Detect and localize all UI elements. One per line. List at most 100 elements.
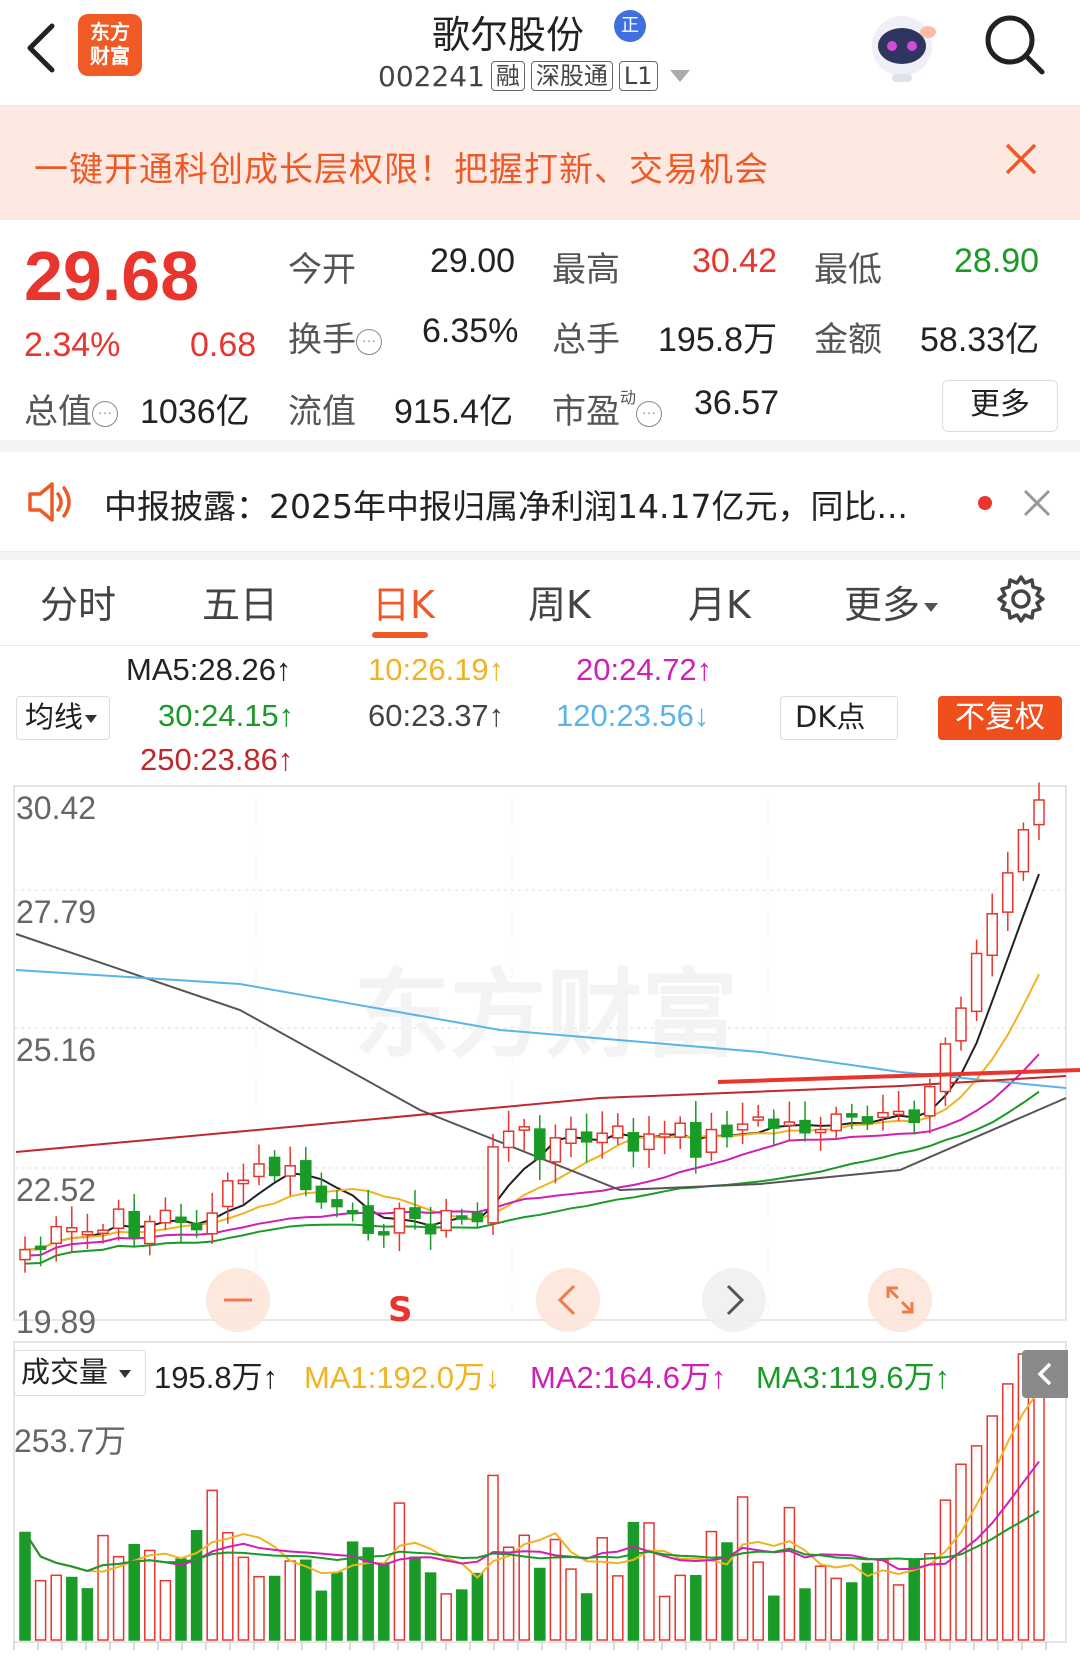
volume-bar <box>331 1571 343 1641</box>
turnover-label: 换手 ··· <box>288 312 382 361</box>
info-icon[interactable]: ··· <box>92 401 118 428</box>
volume-bar <box>690 1574 702 1641</box>
candle <box>237 1163 250 1204</box>
candle-body <box>799 1119 811 1134</box>
candle-body <box>924 1085 936 1117</box>
tab-daily-k[interactable]: 日K <box>372 574 435 629</box>
app-logo[interactable]: 东方 财富 <box>78 14 142 76</box>
candle <box>814 1116 827 1151</box>
stock-code-row[interactable]: 002241 融 深股通 L1 <box>378 58 690 94</box>
amount-value: 58.33亿 <box>920 321 1040 359</box>
candle <box>549 1124 562 1184</box>
price-axis-label: 22.52 <box>16 1172 97 1208</box>
volume-bar <box>799 1588 811 1641</box>
close-icon[interactable] <box>1004 142 1038 176</box>
candle <box>799 1101 811 1142</box>
volume-value: 195.8万 <box>658 321 778 359</box>
expand-icon <box>886 1286 914 1314</box>
info-icon[interactable]: ··· <box>636 401 663 428</box>
volume-label: 总手 <box>552 321 620 359</box>
candle-body <box>690 1121 702 1158</box>
candle <box>502 1110 515 1162</box>
volume-bar <box>924 1552 936 1641</box>
kline-chart[interactable]: 东方财富 <box>0 780 1080 1656</box>
volume-bar <box>393 1502 406 1641</box>
more-quote-button[interactable]: 更多 <box>942 380 1058 432</box>
volume-bar <box>565 1568 577 1641</box>
candle-body <box>846 1113 858 1118</box>
active-tab-indicator <box>372 632 428 638</box>
float-label: 流值 <box>288 393 356 431</box>
ma60-value: 60:23.37↑ <box>368 698 505 733</box>
tab-weekly-k[interactable]: 周K <box>528 574 591 629</box>
zoom-out-button[interactable] <box>206 1268 270 1332</box>
stock-name: 歌尔股份 <box>432 13 585 57</box>
ma250-value: 250:23.86↑ <box>140 742 294 777</box>
level-tag: L1 <box>618 61 658 91</box>
candle <box>736 1102 749 1145</box>
change-percent: 2.34% <box>24 326 121 364</box>
candle-body <box>440 1209 452 1232</box>
candle <box>362 1189 374 1241</box>
chart-period-tabs: 分时 五日 日K 周K 月K 更多 <box>0 560 1080 646</box>
logo-text-2: 财富 <box>90 44 130 68</box>
pan-left-button[interactable] <box>536 1268 600 1332</box>
candle <box>409 1190 421 1230</box>
candle-body <box>768 1118 780 1129</box>
candle-body <box>892 1110 905 1116</box>
gear-icon[interactable] <box>996 574 1046 624</box>
promo-banner[interactable]: 一键开通科创成长层权限！把握打新、交易机会 <box>0 106 1080 220</box>
news-ticker[interactable]: 中报披露：2025年中报归属净利润14.17亿元，同比... <box>0 452 1080 552</box>
price-axis-label: 30.42 <box>16 790 97 826</box>
candle-body <box>378 1231 390 1236</box>
tab-five-day[interactable]: 五日 <box>202 574 278 629</box>
indicator-dropdown[interactable]: 成交量 <box>14 1350 146 1396</box>
volume-bar <box>487 1474 499 1641</box>
dk-point-dropdown[interactable]: DK点 <box>780 696 898 740</box>
candle <box>284 1146 296 1196</box>
candle-body <box>986 913 998 957</box>
chevron-right-icon <box>726 1284 745 1316</box>
fullscreen-button[interactable] <box>868 1268 932 1332</box>
collapse-panel-button[interactable] <box>1022 1350 1068 1398</box>
close-icon[interactable] <box>1022 488 1052 518</box>
tab-monthly-k[interactable]: 月K <box>688 574 751 629</box>
stock-code: 002241 <box>378 59 485 93</box>
candle <box>908 1100 920 1135</box>
candle <box>112 1199 125 1241</box>
candle <box>939 1037 952 1107</box>
search-icon[interactable] <box>982 10 1048 80</box>
candle-body <box>814 1128 827 1134</box>
candle-body <box>159 1209 172 1224</box>
volume-bar <box>502 1546 515 1641</box>
candle-body <box>1002 872 1014 913</box>
price-axis-label: 27.79 <box>16 894 97 930</box>
volume-bar <box>643 1522 655 1641</box>
candle-body <box>456 1215 468 1220</box>
candle-body <box>393 1207 406 1234</box>
tab-intraday[interactable]: 分时 <box>40 574 116 629</box>
candle <box>1017 822 1030 882</box>
robot-assistant-icon[interactable] <box>862 12 942 84</box>
chevron-down-icon[interactable] <box>669 70 690 82</box>
candle <box>440 1198 452 1238</box>
candle <box>144 1215 156 1256</box>
candle <box>346 1202 359 1222</box>
volume-bar <box>424 1572 437 1641</box>
tab-more[interactable]: 更多 <box>844 574 939 629</box>
volume-bar <box>534 1567 546 1641</box>
turnover-value: 6.35% <box>422 312 519 350</box>
candle-body <box>409 1207 421 1220</box>
info-icon[interactable]: ··· <box>356 329 382 356</box>
volume-bar <box>627 1521 640 1641</box>
candle <box>705 1112 718 1161</box>
adjust-type-button[interactable]: 不复权 <box>938 696 1062 740</box>
pan-right-button[interactable] <box>702 1268 766 1332</box>
back-icon[interactable] <box>20 18 60 78</box>
candle-body <box>830 1113 842 1132</box>
volume-axis-label: 253.7万 <box>14 1423 127 1459</box>
candle <box>487 1133 499 1235</box>
low-value: 28.90 <box>954 242 1040 280</box>
ma-type-dropdown[interactable]: 均线 <box>16 696 110 740</box>
volume-bar <box>190 1530 203 1641</box>
